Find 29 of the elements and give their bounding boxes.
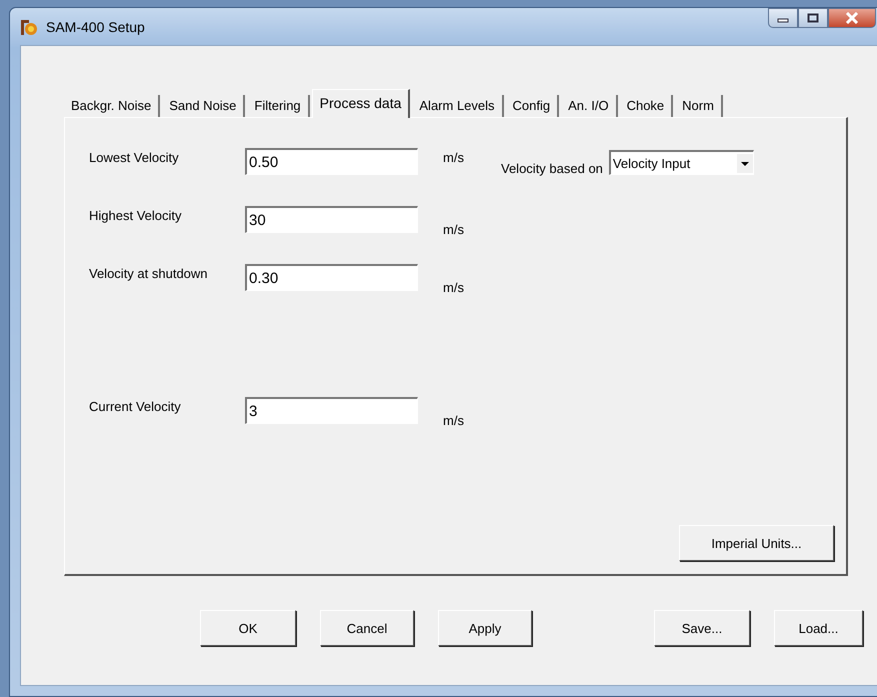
input-field[interactable]: 0.30 — [245, 264, 418, 291]
dropdown[interactable]: Velocity Input — [608, 150, 754, 175]
dialog-button[interactable]: Apply — [438, 610, 532, 646]
unit-label: m/s — [443, 280, 464, 295]
dialog-button[interactable]: Cancel — [320, 610, 414, 646]
app-icon — [20, 18, 38, 36]
file-button[interactable]: Load... — [774, 610, 863, 646]
minimize-button[interactable] — [768, 8, 798, 28]
unit-label: m/s — [443, 413, 464, 428]
maximize-icon — [807, 13, 819, 23]
input-field[interactable]: 0.50 — [245, 148, 418, 175]
maximize-button[interactable] — [798, 8, 828, 28]
input-field[interactable]: 3 — [245, 397, 418, 424]
field-label: Velocity at shutdown — [89, 266, 209, 281]
window-title: SAM-400 Setup — [46, 18, 145, 34]
dialog-button[interactable]: OK — [200, 610, 296, 646]
unit-label: m/s — [443, 150, 464, 165]
close-icon — [845, 12, 859, 24]
field-label: Velocity based on — [501, 161, 603, 176]
field-label: Lowest Velocity — [89, 150, 180, 165]
caret-icon — [736, 154, 753, 172]
imperial-units-button[interactable]: Imperial Units... — [679, 525, 834, 561]
input-field[interactable]: 30 — [245, 206, 418, 233]
tab[interactable]: Process data — [312, 89, 410, 118]
close-button[interactable] — [828, 8, 876, 28]
file-button[interactable]: Save... — [654, 610, 750, 646]
field-label: Current Velocity — [89, 399, 182, 414]
unit-label: m/s — [443, 222, 464, 237]
field-label: Highest Velocity — [89, 208, 182, 223]
